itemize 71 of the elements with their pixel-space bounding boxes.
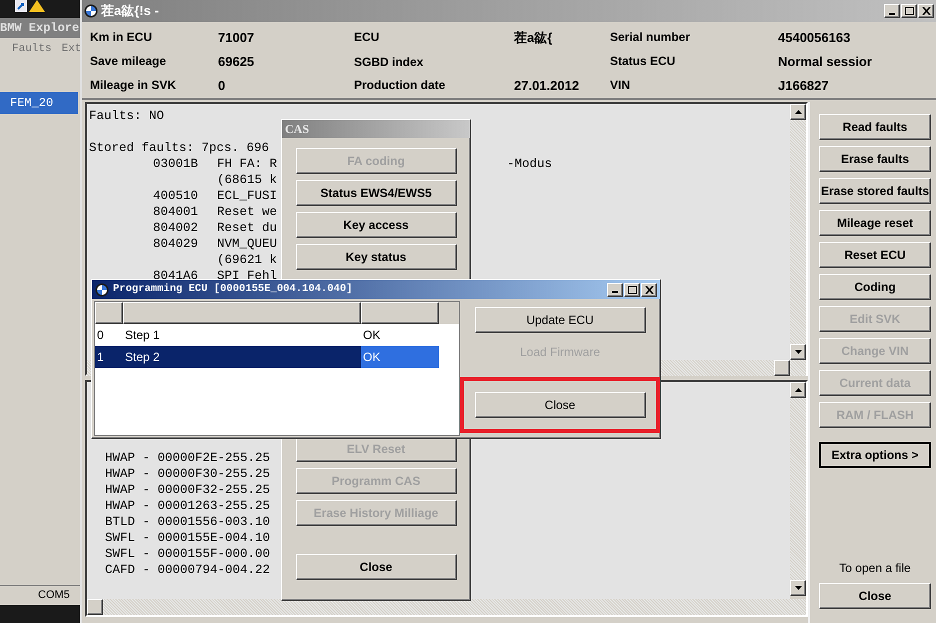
- action-button[interactable]: Close: [819, 583, 931, 609]
- info-label: SGBD index: [354, 54, 424, 71]
- action-button[interactable]: Key status: [296, 244, 456, 270]
- fault-code: 804001: [153, 205, 198, 219]
- window-title: BMW Explore: [0, 18, 80, 38]
- info-label: Status ECU: [610, 53, 676, 70]
- action-button[interactable]: Coding: [819, 274, 931, 300]
- info-label: Production date: [354, 77, 446, 94]
- fault-code: 03001B: [153, 157, 198, 171]
- log-line: Faults: NO: [89, 108, 164, 124]
- log-line: CAFD - 00000794-004.22: [105, 562, 270, 578]
- fault-text: Reset du: [217, 220, 278, 236]
- table-cell-text: Step 1: [124, 327, 161, 344]
- table-row[interactable]: 0 Step 1 OK: [95, 324, 459, 346]
- info-value: 71007: [218, 30, 254, 46]
- fault-text: Reset we: [217, 204, 278, 220]
- action-button[interactable]: Close: [296, 554, 456, 580]
- table-cell-text: OK: [362, 327, 382, 344]
- fault-text: SPI Fehl: [217, 268, 278, 283]
- info-label: Mileage in SVK: [90, 77, 178, 94]
- info-label: Km in ECU: [90, 29, 154, 46]
- action-button[interactable]: Reset ECU: [819, 242, 931, 268]
- tree-item[interactable]: FEM_20: [0, 92, 78, 114]
- fault-text: FH FA: R: [217, 156, 278, 172]
- log-line: HWAP - 00000F30-255.25: [105, 466, 270, 482]
- fault-code: 8041A6: [153, 269, 198, 283]
- action-button[interactable]: Erase faults: [819, 146, 931, 172]
- fault-text: (69621 k: [217, 252, 278, 268]
- action-button[interactable]: Mileage reset: [819, 210, 931, 236]
- log-line: HWAP - 00000F32-255.25: [105, 482, 270, 498]
- fault-code: 804002: [153, 221, 198, 235]
- action-button[interactable]: Update ECU: [474, 307, 646, 333]
- table-cell: 1: [95, 346, 123, 368]
- log-line: BTLD - 00001556-003.10: [105, 514, 270, 530]
- log-line: HWAP - 00000F2E-255.25: [105, 450, 270, 466]
- window-title: Programming ECU [0000155E_004.104.040]: [113, 282, 354, 297]
- action-button[interactable]: Read faults: [819, 114, 931, 140]
- window-title: CAS: [285, 122, 310, 136]
- info-value: Normal sessior: [778, 54, 872, 70]
- log-line: SWFL - 0000155E-004.10: [105, 530, 270, 546]
- log-line: -Modus: [507, 156, 552, 172]
- info-label: VIN: [610, 77, 632, 94]
- info-value: 茬a谹{: [514, 30, 552, 46]
- info-label: Serial number: [610, 29, 692, 46]
- info-value: 27.01.2012: [514, 78, 580, 94]
- status-text: COM5: [37, 588, 70, 604]
- info-value: J166827: [778, 78, 829, 94]
- info-label: ECU: [354, 29, 380, 46]
- fault-code: 804029: [153, 237, 198, 251]
- log-line: SWFL - 0000155F-000.00: [105, 546, 270, 562]
- table-row[interactable]: 1 Step 2 OK: [95, 346, 459, 368]
- action-button[interactable]: Key access: [296, 212, 456, 238]
- table-cell: OK: [361, 346, 439, 368]
- window-title: 茬a谹{!s -: [101, 2, 160, 20]
- table-cell-text: 0: [96, 327, 105, 344]
- fault-code: 400510: [153, 189, 198, 203]
- info-value: 0: [218, 78, 226, 94]
- fault-text: (68615 k: [217, 172, 278, 188]
- action-button[interactable]: Extra options >: [819, 442, 931, 468]
- hint-text: To open a file: [839, 560, 911, 577]
- fault-text: ECL_FUSI: [217, 188, 278, 204]
- info-label: Save mileage: [90, 53, 168, 70]
- log-line: HWAP - 00001263-255.25: [105, 498, 270, 514]
- fault-text: NVM_QUEU: [217, 236, 278, 252]
- table-cell: Step 2: [123, 346, 361, 368]
- action-button[interactable]: Status EWS4/EWS5: [296, 180, 456, 206]
- info-value: 4540056163: [778, 30, 850, 46]
- action-button[interactable]: Erase stored faults: [819, 178, 931, 204]
- info-value: 69625: [218, 54, 254, 70]
- action-button[interactable]: Close: [474, 392, 646, 418]
- log-line: Stored faults: 7pcs. 696: [89, 140, 270, 156]
